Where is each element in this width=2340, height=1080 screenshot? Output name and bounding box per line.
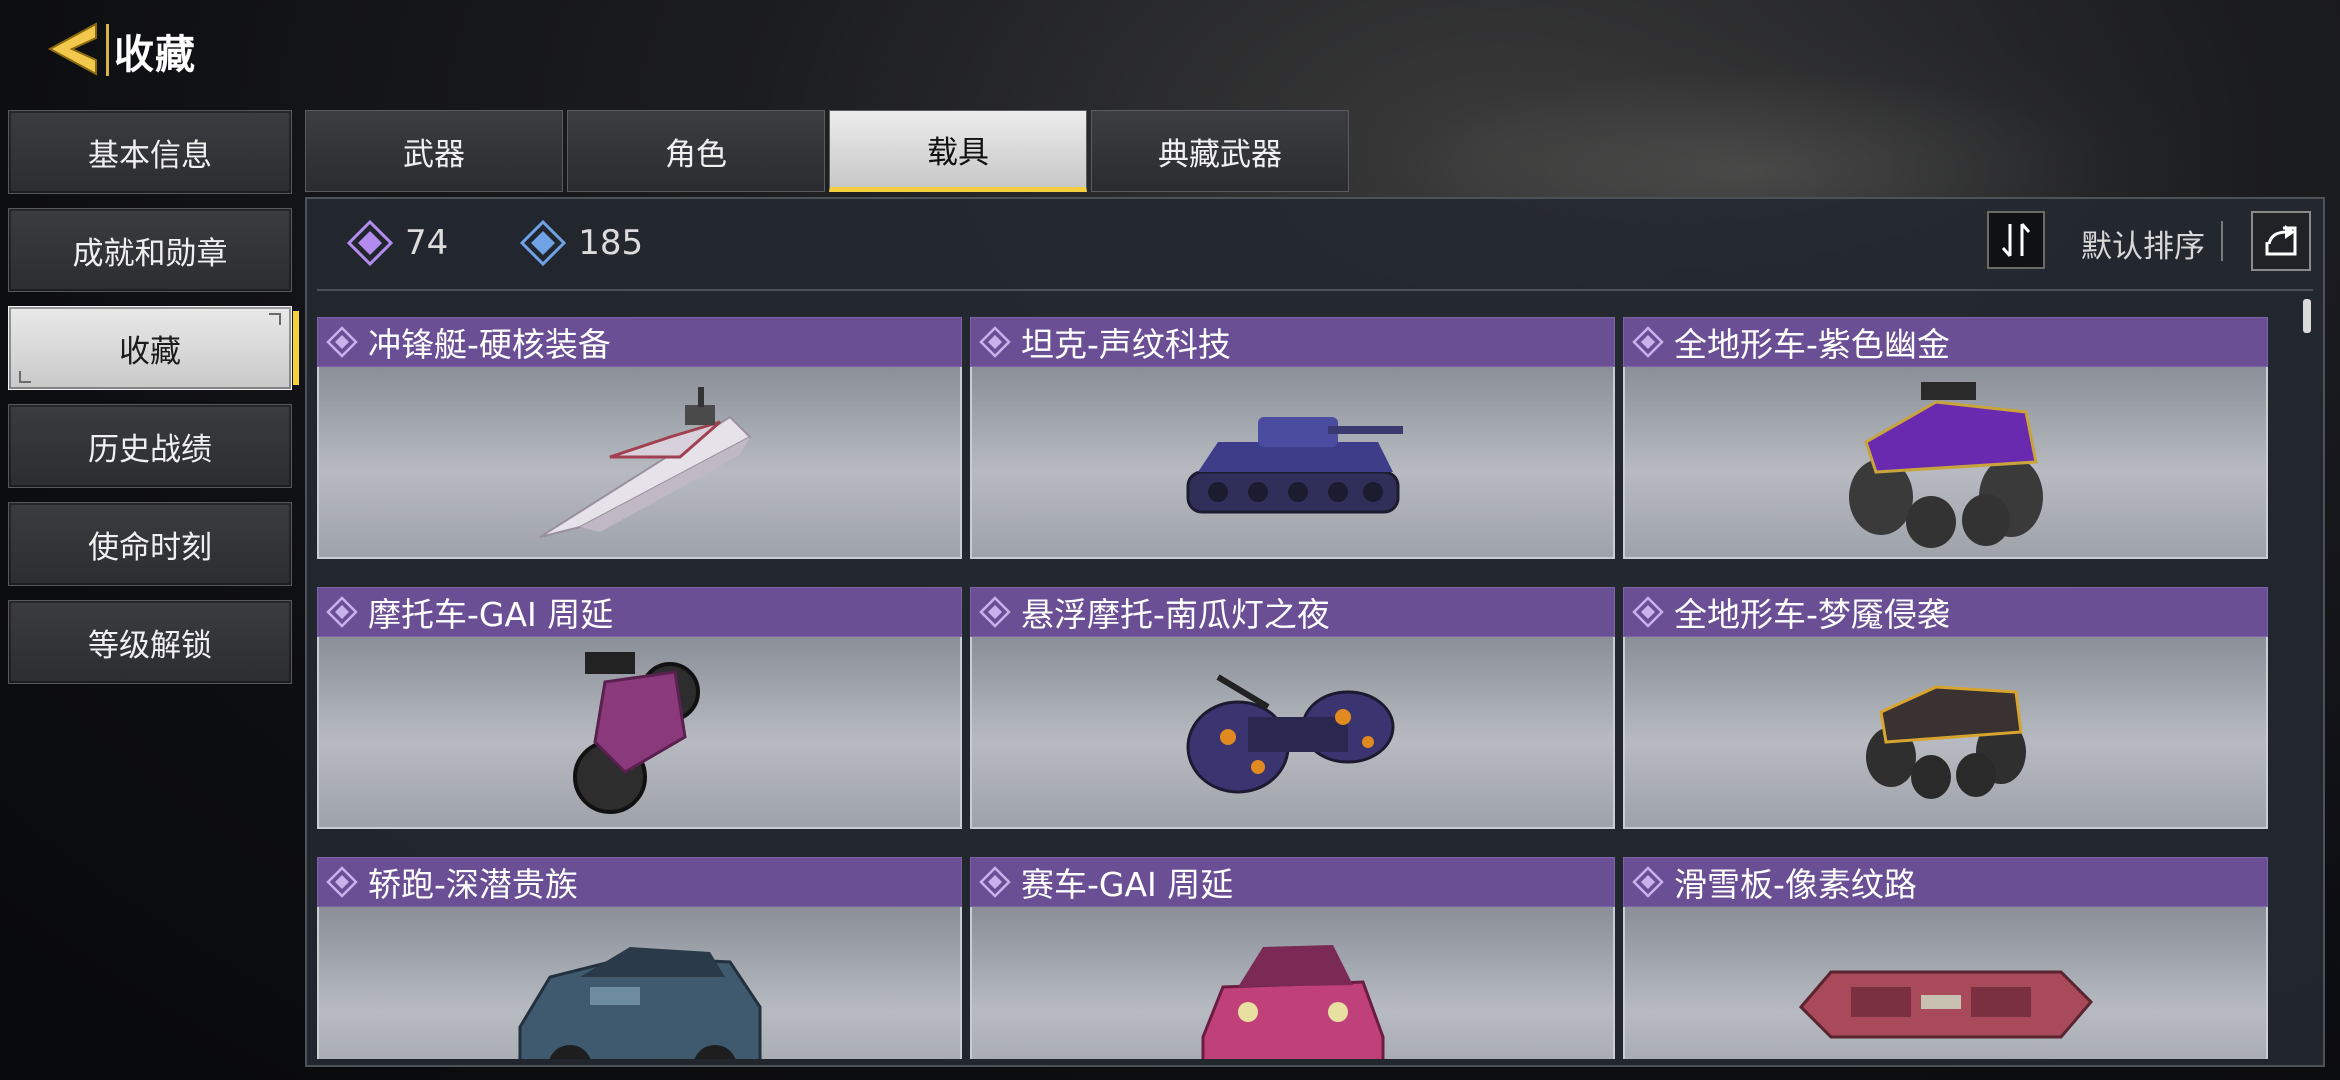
divider <box>2221 221 2223 261</box>
vehicle-image <box>970 907 1615 1059</box>
scrollbar[interactable] <box>2303 299 2311 333</box>
page-title: 收藏 <box>114 32 196 78</box>
vehicle-name: 滑雪板-像素纹路 <box>1674 865 1917 904</box>
card-header: 滑雪板-像素纹路 <box>1623 857 2268 907</box>
tab-weapons[interactable]: 武器 <box>305 110 563 192</box>
vehicle-name: 坦克-声纹科技 <box>1021 325 1231 364</box>
sidebar-item-achievements[interactable]: 成就和勋章 <box>8 208 292 292</box>
vehicle-name: 摩托车-GAI 周延 <box>368 595 614 634</box>
tab-label: 典藏武器 <box>1158 136 1282 173</box>
rarity-stats: 74 185 <box>347 219 715 267</box>
vehicle-name: 轿跑-深潜贵族 <box>368 865 578 904</box>
vehicle-card[interactable]: 全地形车-梦魇侵袭 <box>1623 587 2268 829</box>
card-header: 全地形车-梦魇侵袭 <box>1623 587 2268 637</box>
corner-mark <box>19 371 31 383</box>
vehicle-card[interactable]: 轿跑-深潜贵族 <box>317 857 962 1059</box>
rarity-diamond-icon <box>326 866 358 898</box>
legendary-stat: 74 <box>347 220 448 266</box>
rarity-diamond-icon <box>326 596 358 628</box>
vehicle-name: 悬浮摩托-南瓜灯之夜 <box>1021 595 1330 634</box>
category-tabs: 武器 角色 载具 典藏武器 <box>305 110 1353 192</box>
sort-arrows-icon <box>2001 223 2031 257</box>
racecar-icon <box>1201 945 1384 1059</box>
vehicle-name: 赛车-GAI 周延 <box>1021 865 1234 904</box>
tab-label: 角色 <box>665 136 727 173</box>
tank-icon <box>1186 417 1403 514</box>
vehicle-image <box>317 907 962 1059</box>
vehicle-card[interactable]: 滑雪板-像素纹路 <box>1623 857 2268 1059</box>
sidebar-item-label: 基本信息 <box>88 137 212 174</box>
card-header: 轿跑-深潜贵族 <box>317 857 962 907</box>
sort-toggle-button[interactable] <box>1987 211 2045 269</box>
rarity-diamond-icon <box>979 866 1011 898</box>
collection-panel: 74 185 默认排序 冲锋艇-硬核装备 坦克-声纹科技 全地形车-紫色幽金 摩… <box>305 197 2325 1067</box>
share-button[interactable] <box>2251 211 2311 271</box>
rarity-diamond-icon <box>326 326 358 358</box>
vehicle-image <box>1623 637 2268 829</box>
sidebar-item-level-unlock[interactable]: 等级解锁 <box>8 600 292 684</box>
vehicle-name: 全地形车-梦魇侵袭 <box>1674 595 1950 634</box>
vehicle-grid: 冲锋艇-硬核装备 坦克-声纹科技 全地形车-紫色幽金 摩托车-GAI 周延 悬浮… <box>317 317 2302 1059</box>
epic-diamond-icon <box>520 220 567 266</box>
tab-label: 载具 <box>927 134 989 171</box>
rarity-diamond-icon <box>979 596 1011 628</box>
back-arrow-icon <box>47 22 97 76</box>
card-header: 悬浮摩托-南瓜灯之夜 <box>970 587 1615 637</box>
card-header: 冲锋艇-硬核装备 <box>317 317 962 367</box>
sidebar-item-label: 等级解锁 <box>88 627 212 664</box>
sidebar-item-label: 历史战绩 <box>88 431 212 468</box>
vehicle-image <box>970 637 1615 829</box>
vehicle-name: 冲锋艇-硬核装备 <box>368 325 611 364</box>
sidebar-item-history[interactable]: 历史战绩 <box>8 404 292 488</box>
vehicle-card[interactable]: 坦克-声纹科技 <box>970 317 1615 559</box>
hoverbike-icon <box>1186 674 1394 794</box>
epic-stat: 185 <box>520 220 643 266</box>
vehicle-card[interactable]: 摩托车-GAI 周延 <box>317 587 962 829</box>
divider <box>317 289 2313 291</box>
snowboard-icon <box>1798 970 2093 1039</box>
motorcycle-icon <box>572 652 700 814</box>
vehicle-image <box>317 367 962 559</box>
sidebar-item-label: 成就和勋章 <box>72 235 228 272</box>
boat-icon <box>538 387 752 538</box>
vehicle-card[interactable]: 全地形车-紫色幽金 <box>1623 317 2268 559</box>
vehicle-name: 全地形车-紫色幽金 <box>1674 325 1950 364</box>
sidebar-item-label: 使命时刻 <box>88 529 212 566</box>
vehicle-card[interactable]: 赛车-GAI 周延 <box>970 857 1615 1059</box>
card-header: 摩托车-GAI 周延 <box>317 587 962 637</box>
corner-mark <box>269 313 281 325</box>
rarity-diamond-icon <box>1632 326 1664 358</box>
tab-label: 武器 <box>403 136 465 173</box>
back-button[interactable] <box>40 18 108 80</box>
vehicle-image <box>1623 907 2268 1059</box>
atv-icon <box>1865 685 2026 799</box>
vehicle-image <box>1623 367 2268 559</box>
card-header: 赛车-GAI 周延 <box>970 857 1615 907</box>
sidebar-item-label: 收藏 <box>119 333 181 370</box>
legendary-count: 74 <box>405 223 449 263</box>
vehicle-card[interactable]: 悬浮摩托-南瓜灯之夜 <box>970 587 1615 829</box>
rarity-diamond-icon <box>979 326 1011 358</box>
tab-characters[interactable]: 角色 <box>567 110 825 192</box>
vehicle-image <box>970 367 1615 559</box>
rarity-diamond-icon <box>1632 596 1664 628</box>
tab-collector-weapons[interactable]: 典藏武器 <box>1091 110 1349 192</box>
tab-vehicles[interactable]: 载具 <box>829 110 1087 192</box>
atv-icon <box>1848 382 2043 548</box>
rarity-diamond-icon <box>1632 866 1664 898</box>
sort-label[interactable]: 默认排序 <box>2081 221 2205 266</box>
vehicle-image <box>317 637 962 829</box>
title-separator <box>106 24 109 76</box>
epic-count: 185 <box>578 223 644 263</box>
sidebar: 基本信息 成就和勋章 收藏 历史战绩 使命时刻 等级解锁 <box>8 110 299 698</box>
share-icon <box>2265 225 2297 256</box>
sidebar-item-basic-info[interactable]: 基本信息 <box>8 110 292 194</box>
coupe-icon <box>518 947 761 1059</box>
sidebar-item-mission-moments[interactable]: 使命时刻 <box>8 502 292 586</box>
card-header: 全地形车-紫色幽金 <box>1623 317 2268 367</box>
vehicle-card[interactable]: 冲锋艇-硬核装备 <box>317 317 962 559</box>
legendary-diamond-icon <box>347 220 393 266</box>
sidebar-item-collection[interactable]: 收藏 <box>8 306 299 390</box>
card-header: 坦克-声纹科技 <box>970 317 1615 367</box>
